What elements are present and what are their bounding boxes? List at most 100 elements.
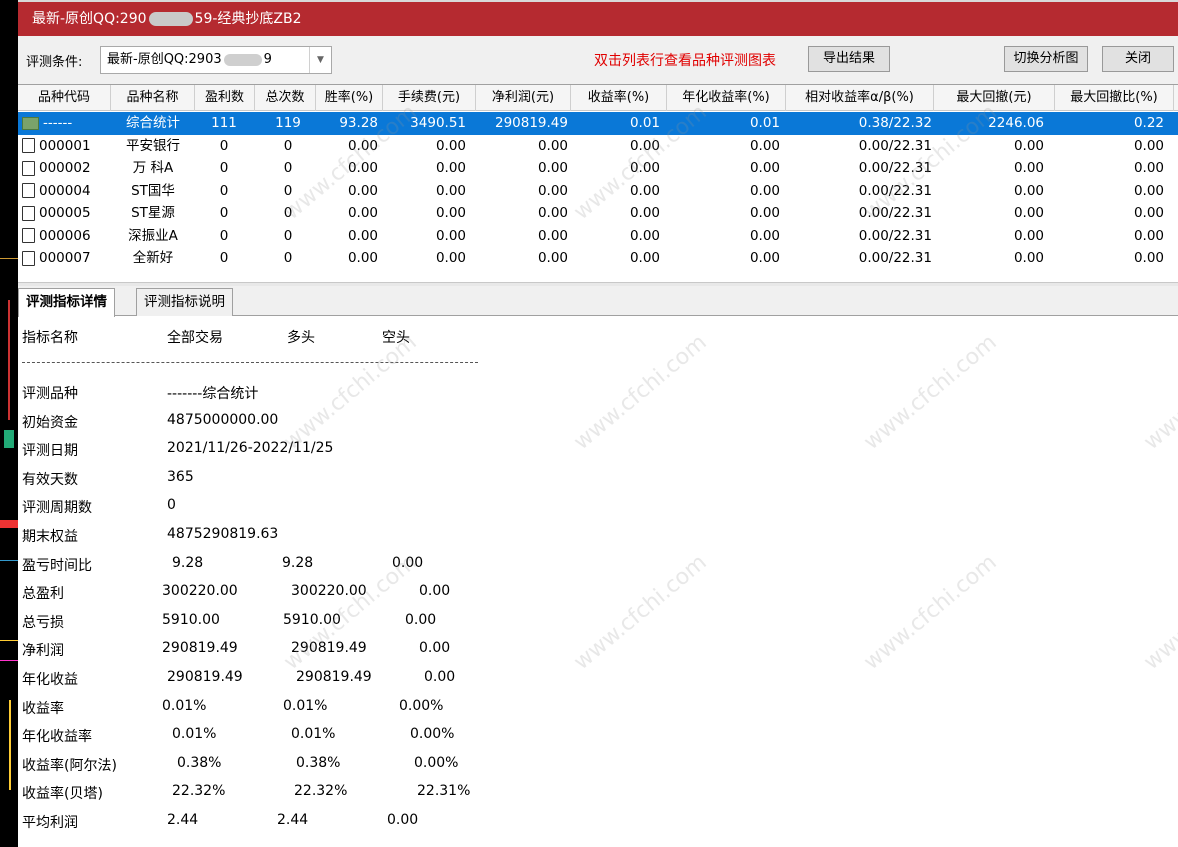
cell-total: 0 [283, 205, 293, 221]
cell-relative: 0.38/22.32 [858, 115, 932, 131]
cell-win-rate: 0.00 [347, 227, 378, 244]
column-header[interactable]: 相对收益率α/β(%) [786, 85, 934, 111]
close-button[interactable]: 关闭 [1102, 46, 1174, 72]
column-header[interactable]: 盈利数 [195, 85, 255, 111]
tab-metric-details[interactable]: 评测指标详情 [18, 288, 115, 317]
cell-code: 000005 [22, 202, 112, 224]
metric-long: 300220.00 [291, 583, 367, 600]
results-table: 品种代码 品种名称 盈利数 总次数 胜率(%) 手续费(元) 净利润(元) 收益率(%) 年化收… [18, 84, 1178, 282]
metric-label: 评测品种 [22, 386, 78, 402]
table-row[interactable]: 000007 全新好 0 0 0.00 0.00 0.00 0.00 0.00 0.00/22.3… [18, 247, 1178, 270]
window-title-bar: 最新-原创QQ:290 59-经典抄底ZB2 [18, 0, 1178, 36]
table-row[interactable]: 000004 ST国华 0 0 0.00 0.00 0.00 0.00 0.00 0.00/22.… [18, 180, 1178, 203]
document-icon [22, 160, 35, 176]
document-icon [22, 228, 35, 243]
cell-net-profit: 0.00 [537, 205, 568, 221]
cell-fee: 0.00 [435, 250, 466, 266]
metric-short: 0.00 [392, 554, 424, 571]
metric-short: 0.00 [419, 640, 451, 657]
cell-relative: 0.00/22.31 [858, 182, 932, 199]
cell-fee: 0.00 [435, 160, 466, 176]
cell-annual-return: 0.01 [749, 115, 780, 131]
metric-label: 总盈利 [22, 586, 64, 603]
document-icon [22, 250, 35, 266]
cell-max-dd-ratio: 0.00 [1133, 137, 1164, 154]
cell-total: 0 [283, 182, 293, 199]
cell-annual-return: 0.00 [749, 137, 780, 154]
table-row[interactable]: 000006 深振业A 0 0 0.00 0.00 0.00 0.00 0.00 0.00/22.… [18, 225, 1178, 248]
metric-label: 年化收益率 [22, 729, 92, 746]
cell-annual-return: 0.00 [749, 227, 780, 244]
cell-max-dd-ratio: 0.00 [1133, 227, 1164, 244]
cell-annual-return: 0.00 [749, 160, 780, 176]
cell-max-dd: 2246.06 [988, 115, 1044, 131]
cell-return: 0.01 [629, 115, 660, 131]
metric-label: 年化收益 [22, 672, 78, 688]
column-header[interactable]: 手续费(元) [383, 85, 476, 111]
cell-max-dd-ratio: 0.22 [1133, 115, 1164, 131]
metric-long: 0.01% [291, 726, 336, 743]
cell-name: 万 科A [132, 160, 174, 176]
column-header[interactable]: 品种代码 [18, 85, 111, 111]
cell-fee: 3490.51 [410, 115, 466, 131]
cell-relative: 0.00/22.31 [858, 160, 932, 176]
cell-return: 0.00 [629, 250, 660, 266]
metric-label: 评测周期数 [22, 500, 92, 517]
cell-wins: 0 [219, 227, 229, 244]
condition-value-suffix: 9 [263, 52, 272, 67]
cell-net-profit: 0.00 [537, 160, 568, 176]
table-row[interactable]: 000002 万 科A 0 0 0.00 0.00 0.00 0.00 0.00 0.00/22.… [18, 157, 1178, 180]
metric-short: 0.00 [387, 812, 419, 828]
cell-max-dd-ratio: 0.00 [1133, 205, 1164, 221]
cell-max-dd-ratio: 0.00 [1133, 250, 1164, 266]
metric-label: 收益率 [22, 700, 64, 717]
metric-value: 365 [167, 468, 194, 485]
redaction-mask [148, 12, 193, 26]
cell-name: 综合统计 [126, 115, 180, 131]
tab-metric-description[interactable]: 评测指标说明 [136, 288, 233, 316]
cell-max-dd: 0.00 [1013, 160, 1044, 176]
chevron-down-icon[interactable]: ▼ [309, 47, 331, 73]
column-header[interactable]: 收益率(%) [571, 85, 667, 111]
metric-long: 0.01% [283, 697, 328, 714]
export-button[interactable]: 导出结果 [808, 46, 890, 72]
cell-relative: 0.00/22.31 [858, 250, 932, 266]
column-header[interactable]: 最大回撤(元) [934, 85, 1055, 111]
table-row[interactable]: 000005 ST星源 0 0 0.00 0.00 0.00 0.00 0.00 0.00/22.… [18, 202, 1178, 225]
table-row[interactable]: 000001 平安银行 0 0 0.00 0.00 0.00 0.00 0.00 0.00/22.… [18, 135, 1178, 158]
detail-tabs: 评测指标详情 评测指标说明 [18, 286, 1178, 317]
metric-short: 0.00 [419, 583, 451, 600]
column-header[interactable]: 净利润(元) [476, 85, 571, 111]
cell-total: 119 [275, 115, 301, 131]
column-header[interactable]: 总次数 [255, 85, 316, 111]
column-header[interactable]: 最大回撤比(%) [1055, 85, 1174, 111]
cell-max-dd: 0.00 [1013, 182, 1044, 199]
metric-all: 0.01% [162, 697, 207, 714]
cell-win-rate: 0.00 [347, 137, 378, 154]
condition-select[interactable]: 最新-原创QQ:2903 9 ▼ [100, 46, 332, 74]
cell-wins: 0 [219, 205, 229, 221]
cell-wins: 0 [219, 137, 229, 154]
cell-return: 0.00 [629, 160, 660, 176]
column-header[interactable]: 品种名称 [111, 85, 195, 111]
evaluation-window: 最新-原创QQ:290 59-经典抄底ZB2 评测条件: 最新-原创QQ:2903… [18, 0, 1178, 847]
table-row[interactable]: ------ 综合统计 111 119 93.28 3490.51 290819.49 0.0… [18, 112, 1178, 135]
cell-name: ST国华 [131, 182, 175, 199]
cell-annual-return: 0.00 [749, 182, 780, 199]
cell-name: 平安银行 [126, 137, 180, 154]
cell-net-profit: 0.00 [537, 250, 568, 266]
metric-short: 0.00 [424, 669, 456, 685]
cell-win-rate: 93.28 [339, 115, 378, 131]
col-header-metric: 指标名称 [22, 330, 78, 346]
cell-total: 0 [283, 137, 293, 154]
cell-name: 深振业A [128, 227, 178, 244]
switch-chart-button[interactable]: 切换分析图 [1004, 46, 1088, 72]
cell-code: 000006 [22, 225, 112, 247]
metric-label: 平均利润 [22, 815, 78, 831]
cell-fee: 0.00 [435, 182, 466, 199]
metric-details-panel: 指标名称 全部交易 多头 空头 评测品种 -------综合统计 初始资金 48750… [18, 317, 1178, 847]
metric-short: 0.00% [410, 726, 455, 743]
window-title-prefix: 最新-原创QQ:290 [32, 11, 147, 27]
column-header[interactable]: 年化收益率(%) [667, 85, 786, 111]
column-header[interactable]: 胜率(%) [316, 85, 383, 111]
